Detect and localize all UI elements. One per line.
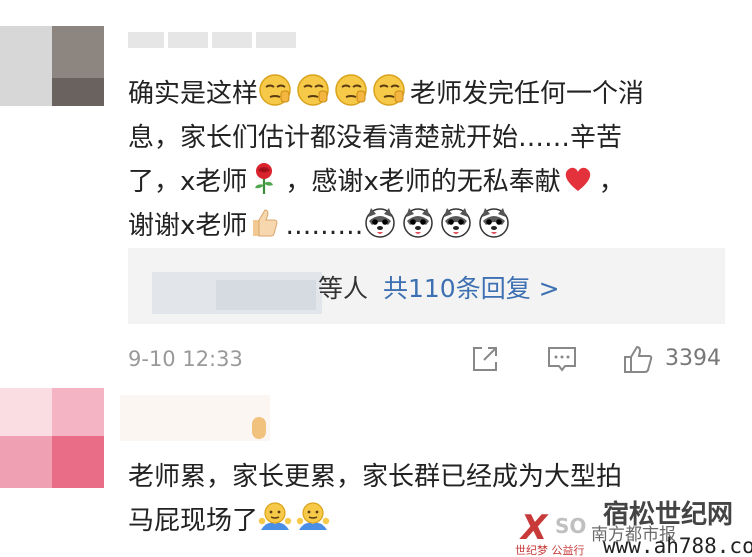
shrug-emoji bbox=[296, 500, 330, 534]
comment-text-line: 了，x老师 bbox=[128, 167, 248, 197]
avatar[interactable] bbox=[0, 388, 104, 488]
watermark: X SO 世纪梦 公益行 宿松世纪网 南方都市报 www.ah788.com bbox=[505, 480, 752, 557]
comment-text-line: 确实是这样 bbox=[128, 79, 259, 109]
avatar[interactable] bbox=[0, 26, 104, 106]
comment-text-line: 息，家长们估计都没看清楚就开始……辛苦 bbox=[128, 123, 623, 153]
comment-text-line: 马屁现场了 bbox=[128, 506, 259, 536]
rose-emoji bbox=[255, 163, 274, 194]
replier-names-blurred bbox=[216, 280, 316, 310]
comment-text: 确实是这样 老师发完任何一个消 息，家长们估计都没看清楚就开始……辛苦 了，x老师… bbox=[128, 72, 728, 248]
view-replies-link[interactable]: 共110条回复 > bbox=[383, 272, 560, 306]
husky-emoji bbox=[477, 205, 511, 239]
username-blurred[interactable] bbox=[128, 18, 298, 58]
pensive-emoji bbox=[372, 73, 406, 107]
watermark-tagline: 世纪梦 公益行 bbox=[515, 544, 585, 557]
username-blurred[interactable] bbox=[120, 395, 270, 441]
husky-emoji bbox=[401, 205, 435, 239]
comment-text-line: 老师发完任何一个消 bbox=[410, 79, 645, 109]
comment-text-line: ……… bbox=[285, 211, 364, 241]
comment-time: 9-10 12:33 bbox=[128, 347, 243, 371]
husky-emoji bbox=[439, 205, 473, 239]
pensive-emoji bbox=[334, 73, 368, 107]
shrug-emoji bbox=[258, 500, 292, 534]
pensive-emoji bbox=[258, 73, 292, 107]
like-count: 3394 bbox=[665, 346, 721, 371]
comment-text-line: ， bbox=[598, 167, 625, 197]
watermark-url: www.ah788.com bbox=[603, 534, 752, 557]
thumbs-up-emoji bbox=[253, 209, 278, 237]
comment-meta: 9-10 12:33 3394 bbox=[128, 344, 728, 376]
comment-text-line: 谢谢x老师 bbox=[128, 211, 248, 241]
watermark-logo-so: SO bbox=[555, 514, 587, 538]
heart-emoji bbox=[565, 167, 591, 191]
comment-text-line: ，感谢x老师的无私奉献 bbox=[285, 167, 561, 197]
share-icon[interactable] bbox=[470, 344, 500, 374]
pensive-emoji bbox=[296, 73, 330, 107]
comment-icon[interactable] bbox=[546, 344, 578, 374]
comment-item: 确实是这样 老师发完任何一个消 息，家长们估计都没看清楚就开始……辛苦 了，x老师… bbox=[0, 0, 752, 383]
like-icon[interactable] bbox=[622, 344, 654, 374]
husky-emoji bbox=[363, 205, 397, 239]
replies-box[interactable]: 等人 共110条回复 > bbox=[128, 248, 725, 324]
replies-who: 等人 bbox=[318, 274, 369, 303]
